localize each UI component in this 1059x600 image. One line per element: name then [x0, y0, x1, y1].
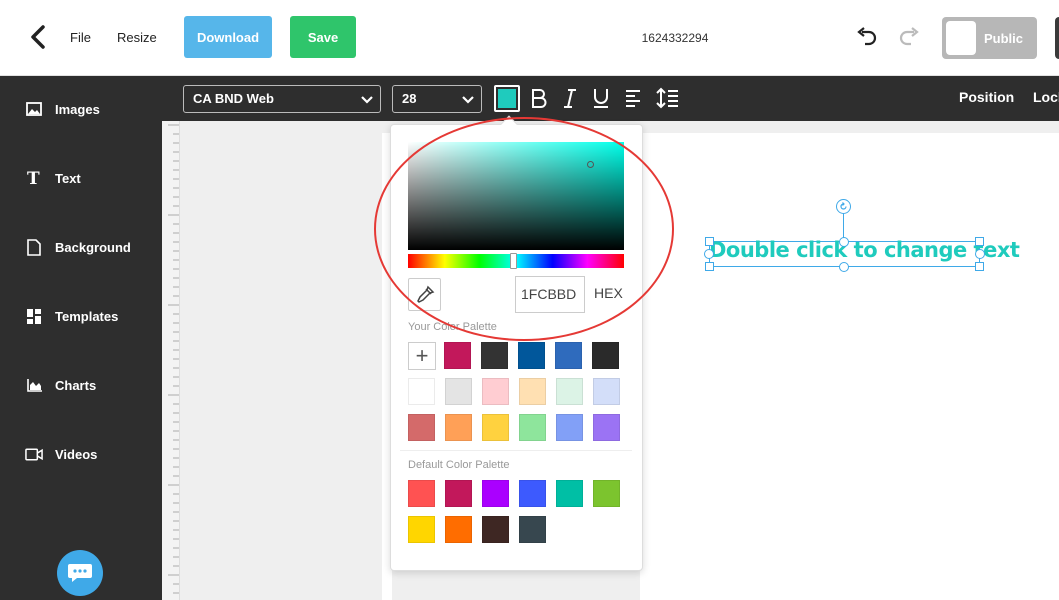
align-left-icon[interactable] — [623, 87, 645, 109]
palette-swatch[interactable] — [519, 414, 546, 441]
hex-label: HEX — [594, 285, 623, 301]
palette-swatch[interactable] — [593, 414, 620, 441]
redo-icon[interactable] — [898, 26, 920, 48]
saturation-area[interactable] — [408, 142, 624, 250]
top-bar: File Resize Download Save 1624332294 Pub… — [0, 0, 1059, 76]
image-icon — [25, 100, 43, 118]
default-swatch[interactable] — [593, 480, 620, 507]
line-height-icon[interactable] — [656, 87, 678, 109]
palette-swatch[interactable] — [555, 342, 582, 369]
sidebar-item-templates[interactable]: Templates — [25, 304, 118, 328]
sidebar-item-text[interactable]: T Text — [25, 166, 81, 190]
sidebar-item-label: Charts — [55, 377, 97, 393]
resize-handle-n[interactable] — [839, 237, 849, 247]
resize-handle-w[interactable] — [704, 249, 714, 259]
font-family-select[interactable]: CA BND Web — [183, 85, 381, 113]
sidebar-item-label: Videos — [55, 446, 98, 462]
hue-slider-thumb[interactable] — [510, 253, 517, 269]
video-icon — [25, 445, 43, 463]
sidebar-item-label: Background — [55, 239, 131, 255]
grid-icon — [25, 307, 43, 325]
palette-swatch[interactable] — [518, 342, 545, 369]
palette-swatch[interactable] — [519, 378, 546, 405]
download-button[interactable]: Download — [184, 16, 272, 58]
default-swatch[interactable] — [556, 480, 583, 507]
chart-icon — [25, 376, 43, 394]
default-swatch[interactable] — [482, 516, 509, 543]
sidebar-item-charts[interactable]: Charts — [25, 373, 96, 397]
sidebar-item-videos[interactable]: Videos — [25, 442, 97, 466]
default-swatch[interactable] — [445, 516, 472, 543]
palette-swatch[interactable] — [482, 378, 509, 405]
text-toolbar: CA BND Web 28 Position Lock — [162, 76, 1059, 121]
sidebar-item-background[interactable]: Background — [25, 235, 131, 259]
lock-button[interactable]: Lock — [1033, 89, 1059, 105]
resize-handle-ne[interactable] — [975, 237, 984, 246]
left-sidebar: Images T Text Background Templates Chart… — [0, 76, 162, 600]
palette-swatch[interactable] — [481, 342, 508, 369]
saturation-cursor[interactable] — [587, 161, 594, 168]
save-button[interactable]: Save — [290, 16, 356, 58]
toggle-knob — [946, 21, 976, 55]
font-size-select[interactable]: 28 — [392, 85, 482, 113]
sidebar-item-label: Images — [55, 101, 100, 117]
your-palette-title: Your Color Palette — [408, 321, 497, 333]
palette-swatch[interactable] — [408, 414, 435, 441]
palette-swatch[interactable] — [482, 414, 509, 441]
text-color-button[interactable] — [494, 85, 520, 112]
font-family-value: CA BND Web — [193, 91, 274, 106]
palette-divider — [400, 450, 632, 451]
account-button[interactable] — [1055, 17, 1059, 59]
resize-handle-nw[interactable] — [705, 237, 714, 246]
palette-swatch[interactable] — [592, 342, 619, 369]
file-icon — [25, 238, 43, 256]
chevron-down-icon — [360, 92, 374, 109]
file-menu[interactable]: File — [70, 30, 91, 45]
hex-input[interactable]: 1FCBBD — [515, 276, 585, 313]
position-button[interactable]: Position — [959, 89, 1014, 105]
undo-icon[interactable] — [856, 26, 878, 48]
back-arrow-icon[interactable] — [26, 22, 50, 52]
document-id: 1624332294 — [641, 31, 709, 45]
resize-handle-sw[interactable] — [705, 262, 714, 271]
underline-icon[interactable] — [590, 87, 612, 109]
sidebar-item-images[interactable]: Images — [25, 97, 100, 121]
default-swatch[interactable] — [482, 480, 509, 507]
bold-icon[interactable] — [528, 87, 550, 109]
resize-handle-s[interactable] — [839, 262, 849, 272]
eyedropper-icon[interactable] — [408, 278, 441, 311]
text-color-fill — [498, 89, 516, 108]
text-icon: T — [25, 169, 43, 187]
vertical-ruler — [162, 121, 180, 600]
palette-swatch[interactable] — [444, 342, 471, 369]
public-toggle[interactable]: Public — [942, 17, 1037, 59]
resize-menu[interactable]: Resize — [117, 30, 157, 45]
palette-swatch[interactable] — [408, 378, 435, 405]
default-swatch[interactable] — [445, 480, 472, 507]
palette-swatch[interactable] — [445, 414, 472, 441]
sidebar-item-label: Templates — [55, 308, 119, 324]
resize-handle-e[interactable] — [975, 249, 985, 259]
palette-swatch[interactable] — [556, 414, 583, 441]
add-color-button[interactable]: + — [408, 342, 436, 370]
font-size-value: 28 — [402, 91, 417, 106]
default-swatch[interactable] — [519, 480, 546, 507]
chat-icon[interactable] — [57, 550, 103, 596]
palette-swatch[interactable] — [445, 378, 472, 405]
svg-text:T: T — [27, 170, 40, 186]
public-label: Public — [984, 31, 1024, 46]
resize-handle-se[interactable] — [975, 262, 984, 271]
rotate-handle-icon[interactable] — [836, 199, 851, 214]
default-swatch[interactable] — [408, 516, 435, 543]
default-swatch[interactable] — [408, 480, 435, 507]
chevron-down-icon — [461, 92, 475, 109]
default-swatch[interactable] — [519, 516, 546, 543]
palette-swatch[interactable] — [593, 378, 620, 405]
default-palette-title: Default Color Palette — [408, 459, 510, 471]
italic-icon[interactable] — [559, 87, 581, 109]
palette-swatch[interactable] — [556, 378, 583, 405]
sidebar-item-label: Text — [55, 170, 81, 186]
